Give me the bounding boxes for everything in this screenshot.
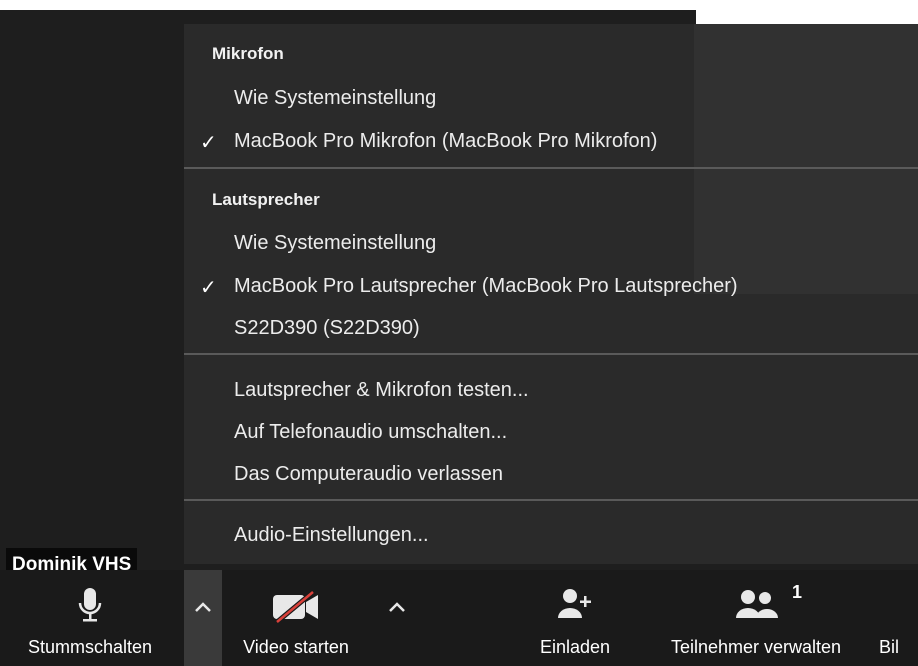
speaker-option-label: MacBook Pro Lautsprecher (MacBook Pro La…	[234, 275, 738, 297]
checkmark-icon: ✓	[200, 132, 217, 154]
speaker-option-s22d390[interactable]: S22D390 (S22D390)	[234, 317, 420, 340]
participants-count-badge: 1	[792, 582, 803, 602]
chevron-up-icon	[388, 600, 406, 618]
speaker-option-macbook-pro[interactable]: ✓ MacBook Pro Lautsprecher (MacBook Pro …	[200, 275, 738, 299]
microphone-section-header: Mikrofon	[212, 44, 284, 63]
menu-separator	[184, 499, 918, 501]
audio-settings-item[interactable]: Audio-Einstellungen...	[234, 524, 429, 547]
speaker-section-header: Lautsprecher	[212, 190, 320, 209]
menu-separator	[184, 353, 918, 355]
menu-background-panel	[694, 24, 918, 294]
share-screen-label: Bil	[879, 637, 900, 657]
mic-option-label: Wie Systemeinstellung	[234, 87, 437, 109]
video-options-caret-button[interactable]	[378, 570, 416, 666]
participants-icon	[732, 586, 780, 627]
leave-computer-audio-item[interactable]: Das Computeraudio verlassen	[234, 463, 503, 486]
start-video-button[interactable]: Video starten	[222, 570, 370, 666]
manage-participants-label: Teilnehmer verwalten	[670, 637, 842, 657]
add-person-icon	[555, 586, 595, 627]
share-screen-button[interactable]: Bil	[876, 570, 918, 666]
start-video-label: Video starten	[243, 637, 349, 657]
audio-options-menu: Mikrofon Wie Systemeinstellung ✓ MacBook…	[184, 24, 918, 564]
mic-option-macbook-pro[interactable]: ✓ MacBook Pro Mikrofon (MacBook Pro Mikr…	[200, 130, 658, 154]
mic-option-system-default[interactable]: Wie Systemeinstellung	[234, 87, 436, 110]
mic-option-label: MacBook Pro Mikrofon (MacBook Pro Mikrof…	[234, 130, 658, 152]
menu-separator	[184, 167, 918, 169]
microphone-icon	[77, 586, 103, 631]
speaker-option-system-default[interactable]: Wie Systemeinstellung	[234, 232, 436, 255]
switch-to-phone-audio-item[interactable]: Auf Telefonaudio umschalten...	[234, 421, 507, 444]
invite-button[interactable]: Einladen	[510, 570, 640, 666]
test-speaker-mic-item[interactable]: Lautsprecher & Mikrofon testen...	[234, 379, 529, 402]
chevron-up-icon	[194, 600, 212, 618]
checkmark-icon: ✓	[200, 277, 217, 299]
speaker-option-label: Wie Systemeinstellung	[234, 232, 437, 254]
mute-button[interactable]: Stummschalten	[0, 570, 180, 666]
video-off-icon	[271, 590, 321, 629]
mute-button-label: Stummschalten	[27, 637, 153, 657]
invite-label: Einladen	[539, 637, 611, 657]
meeting-toolbar: Stummschalten Video starten Einladen 1 T…	[0, 570, 918, 666]
manage-participants-button[interactable]: 1 Teilnehmer verwalten	[644, 570, 868, 666]
audio-options-caret-button[interactable]	[184, 570, 222, 666]
zoom-meeting-window: Dominik VHS Mikrofon Wie Systemeinstellu…	[0, 0, 918, 666]
speaker-option-label: S22D390 (S22D390)	[234, 317, 420, 339]
